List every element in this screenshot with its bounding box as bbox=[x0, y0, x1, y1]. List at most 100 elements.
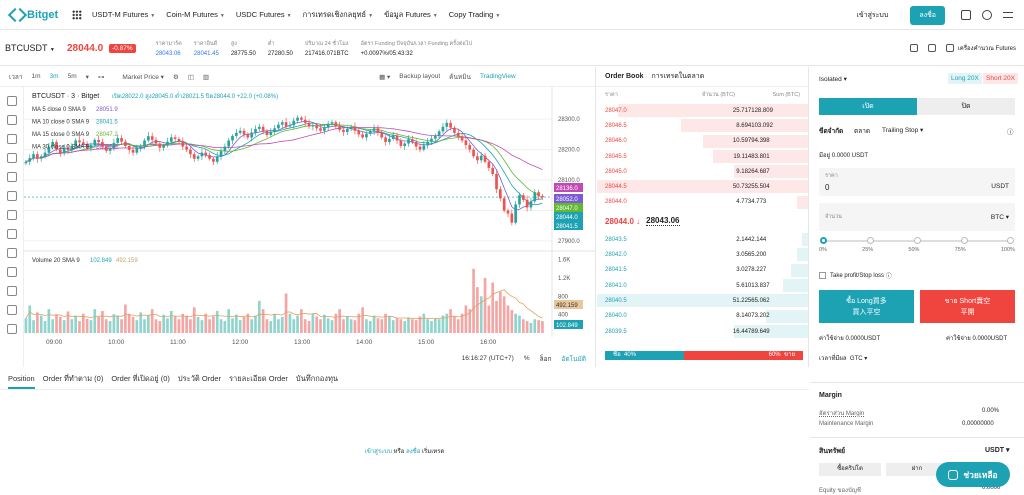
order-book-row[interactable]: 28040.0 8.140 73.202 bbox=[597, 309, 808, 324]
pattern-icon[interactable] bbox=[7, 210, 17, 220]
empty-login-link[interactable]: เข้าสู่ระบบ bbox=[365, 449, 392, 455]
lock-icon[interactable] bbox=[7, 324, 17, 334]
order-book-row[interactable]: 28044.5 50.732 55.504 bbox=[597, 179, 808, 194]
calculator-icon[interactable] bbox=[945, 44, 954, 52]
nav-copy-trading[interactable]: Copy Trading ▼ bbox=[449, 10, 501, 19]
open-tab[interactable]: เปิด bbox=[819, 98, 917, 115]
camera-icon[interactable]: ◫ bbox=[188, 73, 194, 81]
order-book-row[interactable]: 28044.0 4.773 4.773 bbox=[597, 195, 808, 210]
help-button[interactable]: ช่วยเหลือ bbox=[936, 462, 1010, 487]
sell-short-button[interactable]: ขาย Short賣空 平開 bbox=[920, 290, 1015, 323]
fib-icon[interactable] bbox=[7, 229, 17, 239]
text-icon[interactable] bbox=[7, 191, 17, 201]
signup-button[interactable]: ลงชื่อ bbox=[910, 5, 945, 25]
interval-5m[interactable]: 5m bbox=[68, 73, 77, 80]
assets-unit-select[interactable]: USDT ▾ bbox=[985, 446, 1010, 454]
trend-line-icon[interactable] bbox=[7, 115, 17, 125]
time-in-force[interactable]: เวลาที่มีผล GTC ▾ bbox=[819, 353, 867, 363]
nav-usdc-futures[interactable]: USDC Futures ▼ bbox=[236, 10, 292, 19]
horizontal-lines-icon[interactable] bbox=[7, 134, 17, 144]
interval-1m[interactable]: 1m bbox=[32, 73, 41, 80]
layout-grid-icon[interactable]: ▦ ▾ bbox=[379, 73, 390, 81]
globe-icon[interactable] bbox=[982, 10, 992, 20]
emoji-icon[interactable] bbox=[7, 248, 17, 258]
percent-toggle[interactable]: % bbox=[524, 355, 530, 362]
ruler-icon[interactable] bbox=[7, 267, 17, 277]
info-icon[interactable]: ⓘ bbox=[1007, 126, 1014, 136]
order-type-market[interactable]: ตลาด bbox=[854, 126, 870, 136]
volume-badge-label: 102.849 bbox=[556, 323, 578, 329]
speedometer-icon[interactable] bbox=[909, 44, 918, 52]
order-book-row[interactable]: 28041.5 3.027 8.227 bbox=[597, 263, 808, 278]
last-price: 28044.0 bbox=[67, 42, 104, 54]
available-balance: มีอยู่ 0.0000 USDT bbox=[819, 153, 869, 159]
close-tab[interactable]: ปิด bbox=[917, 98, 1015, 115]
price-input[interactable]: ราคา 0 USDT bbox=[819, 168, 1015, 196]
apps-grid-icon[interactable] bbox=[72, 9, 82, 20]
log-toggle[interactable]: ล็อก bbox=[540, 354, 552, 364]
tab-position[interactable]: Position bbox=[8, 374, 35, 389]
market-price-select[interactable]: Market Price ▾ bbox=[113, 73, 164, 81]
brush-icon[interactable] bbox=[7, 172, 17, 182]
order-book-row[interactable]: 28042.0 3.056 5.200 bbox=[597, 247, 808, 262]
empty-signup-link[interactable]: ลงชื่อ bbox=[406, 449, 420, 455]
channel-icon[interactable] bbox=[7, 153, 17, 163]
nav-strategy-trading[interactable]: การเทรดเชิงกลยุทธ์ ▼ bbox=[303, 9, 374, 21]
price-chart[interactable]: 28300.028200.028100.028000.027900.01.6K1… bbox=[24, 87, 596, 347]
interval-3m[interactable]: 3m bbox=[50, 73, 59, 80]
auto-toggle[interactable]: อัตโนมัติ bbox=[561, 354, 586, 364]
margin-mode-select[interactable]: Isolated ▾ bbox=[819, 75, 847, 83]
futures-calculator-link[interactable]: เครื่องคำนวณ Futures bbox=[958, 43, 1016, 53]
order-book-row[interactable]: 28045.5 19.114 83.801 bbox=[597, 149, 808, 164]
tab-open-orders[interactable]: Order ที่เปิดอยู่ (0) bbox=[111, 373, 170, 385]
order-type-trailing[interactable]: Trailing Stop ▾ bbox=[882, 126, 923, 134]
chevron-down-icon[interactable]: ▾ bbox=[86, 73, 89, 81]
magnet-icon[interactable] bbox=[7, 305, 17, 315]
tab-order-history[interactable]: ประวัติ Order bbox=[178, 373, 221, 385]
indicators-icon[interactable]: ⊶ bbox=[98, 73, 105, 81]
slider-handle[interactable] bbox=[820, 237, 827, 244]
symbol-selector[interactable]: BTCUSDT ▼ bbox=[5, 43, 67, 53]
backup-layout[interactable]: Backup layout bbox=[399, 73, 440, 80]
tab-follow-orders[interactable]: Order ที่ทำตาม (0) bbox=[43, 373, 104, 385]
order-type-limit[interactable]: ขีดจำกัด bbox=[819, 126, 843, 136]
candle-body bbox=[288, 125, 292, 127]
buy-crypto-button[interactable]: ซื้อคริปโต bbox=[819, 463, 881, 476]
login-link[interactable]: เข้าสู่ระบบ bbox=[857, 10, 889, 21]
buy-long-button[interactable]: ซื้อ Long買多 買入平空 bbox=[819, 290, 914, 323]
order-book-row[interactable]: 28046.5 8.694 103.092 bbox=[597, 118, 808, 133]
bitget-logo[interactable]: Bitget bbox=[10, 9, 68, 21]
tab-fund-records[interactable]: บันทึกกองทุน bbox=[296, 373, 338, 385]
location-icon[interactable] bbox=[927, 44, 936, 52]
tpsl-checkbox[interactable]: Take profit/Stop loss ⓘ bbox=[819, 271, 892, 280]
order-book-row[interactable]: 28046.0 10.597 94.398 bbox=[597, 134, 808, 149]
long-leverage[interactable]: Long 20X bbox=[948, 73, 982, 84]
quantity-slider[interactable] bbox=[820, 237, 1014, 244]
trash-icon[interactable]: ▥ bbox=[203, 73, 209, 81]
nav-coin-m-futures[interactable]: Coin-M Futures ▼ bbox=[166, 10, 225, 19]
nav-futures-data[interactable]: ข้อมูล Futures ▼ bbox=[384, 9, 438, 21]
crosshair-icon[interactable] bbox=[7, 96, 17, 106]
tradingview-tab[interactable]: TradingView bbox=[480, 73, 516, 80]
settings-gear-icon[interactable]: ⚙ bbox=[173, 73, 179, 81]
zoom-in-icon[interactable] bbox=[7, 286, 17, 296]
tab-order-details[interactable]: รายละเอียด Order bbox=[229, 373, 288, 385]
candlestick-chart-svg[interactable]: 28300.028200.028100.028000.027900.01.6K1… bbox=[24, 87, 596, 347]
quantity-input[interactable]: จำนวน BTC ▾ bbox=[819, 203, 1015, 231]
download-icon[interactable] bbox=[961, 10, 971, 20]
order-book-row[interactable]: 28045.0 9.182 64.687 bbox=[597, 164, 808, 179]
search-standard[interactable]: ค้นหมิน bbox=[449, 72, 471, 82]
nav-usdt-m-futures[interactable]: USDT-M Futures ▼ bbox=[92, 10, 155, 19]
order-book-row[interactable]: 28041.0 5.610 13.837 bbox=[597, 278, 808, 293]
order-book-row[interactable]: 28040.5 51.225 65.062 bbox=[597, 293, 808, 308]
quantity-unit-select: BTC ▾ bbox=[990, 214, 1009, 221]
settings-sliders-icon[interactable] bbox=[1003, 10, 1013, 20]
volume-bar bbox=[330, 320, 334, 333]
tab-market-trades[interactable]: การเทรดในตลาด bbox=[652, 71, 705, 82]
order-book-row[interactable]: 28039.5 16.447 89.649 bbox=[597, 324, 808, 339]
order-book-row[interactable]: 28043.5 2.144 2.144 bbox=[597, 232, 808, 247]
cost-long: ค่าใช้จ่าย 0.0000USDT bbox=[819, 336, 881, 342]
order-book-row[interactable]: 28047.0 25.717 128.809 bbox=[597, 103, 808, 118]
short-leverage[interactable]: Short 20X bbox=[983, 73, 1018, 84]
tab-order-book[interactable]: Order Book bbox=[605, 73, 644, 80]
